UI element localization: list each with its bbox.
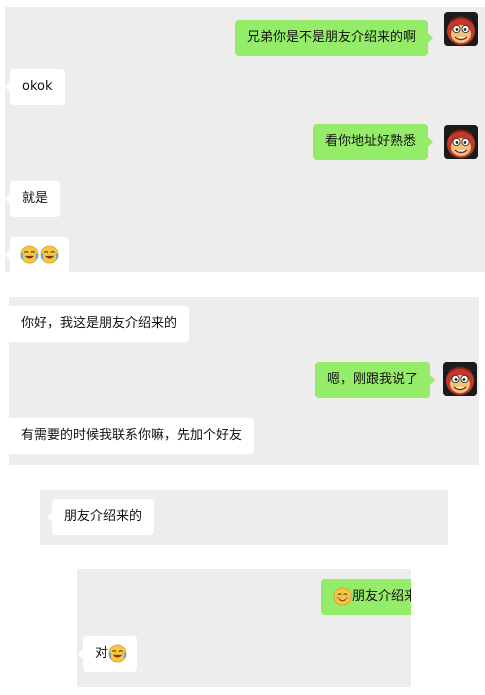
message-text: okok [22,79,53,94]
message-text: 对 [95,646,109,661]
chat-panel-4: 朋友介绍来 对 [77,569,411,687]
chat-panel-3: 朋友介绍来的 [40,490,448,545]
user-avatar[interactable] [444,125,478,159]
laugh-cry-emoji-icon [108,644,127,663]
laugh-cry-emoji-icon [20,245,39,264]
message-bubble-incoming[interactable]: okok [5,69,65,105]
message-bubble-incoming[interactable]: 就是 [5,181,61,217]
avatar-icon [444,125,478,159]
message-text: 朋友介绍来 [352,589,411,604]
message-bubble-outgoing[interactable]: 朋友介绍来 [321,579,411,615]
message-bubble-incoming[interactable]: 对 [77,636,138,672]
avatar-icon [444,12,478,46]
chat-panel-2: 你好，我这是朋友介绍来的 嗯，刚跟我说了 有需要的时候我联系你嘛，先加个好友 [9,297,479,465]
message-bubble-incoming[interactable]: 你好，我这是朋友介绍来的 [9,306,190,342]
laugh-cry-emoji-icon [40,245,59,264]
message-text: 就是 [22,191,49,206]
message-text: 你好，我这是朋友介绍来的 [21,316,178,331]
message-bubble-outgoing[interactable]: 兄弟你是不是朋友介绍来的啊 [234,20,434,56]
message-text: 有需要的时候我联系你嘛，先加个好友 [21,428,243,443]
smile-emoji-icon [333,587,352,606]
message-bubble-outgoing[interactable]: 看你地址好熟悉 [312,124,434,160]
message-text: 看你地址好熟悉 [324,134,416,149]
message-text: 朋友介绍来的 [64,509,143,524]
message-bubble-incoming[interactable]: 朋友介绍来的 [46,499,155,535]
user-avatar[interactable] [444,12,478,46]
user-avatar[interactable] [443,362,477,396]
message-text: 嗯，刚跟我说了 [326,372,418,387]
avatar-icon [443,362,477,396]
message-text: 兄弟你是不是朋友介绍来的啊 [246,30,416,45]
chat-panel-1: 兄弟你是不是朋友介绍来的啊 okok 看你地址好熟悉 就是 [5,7,485,272]
message-bubble-outgoing[interactable]: 嗯，刚跟我说了 [314,362,436,398]
message-bubble-incoming[interactable]: 有需要的时候我联系你嘛，先加个好友 [9,418,255,454]
message-bubble-incoming[interactable] [5,237,69,272]
